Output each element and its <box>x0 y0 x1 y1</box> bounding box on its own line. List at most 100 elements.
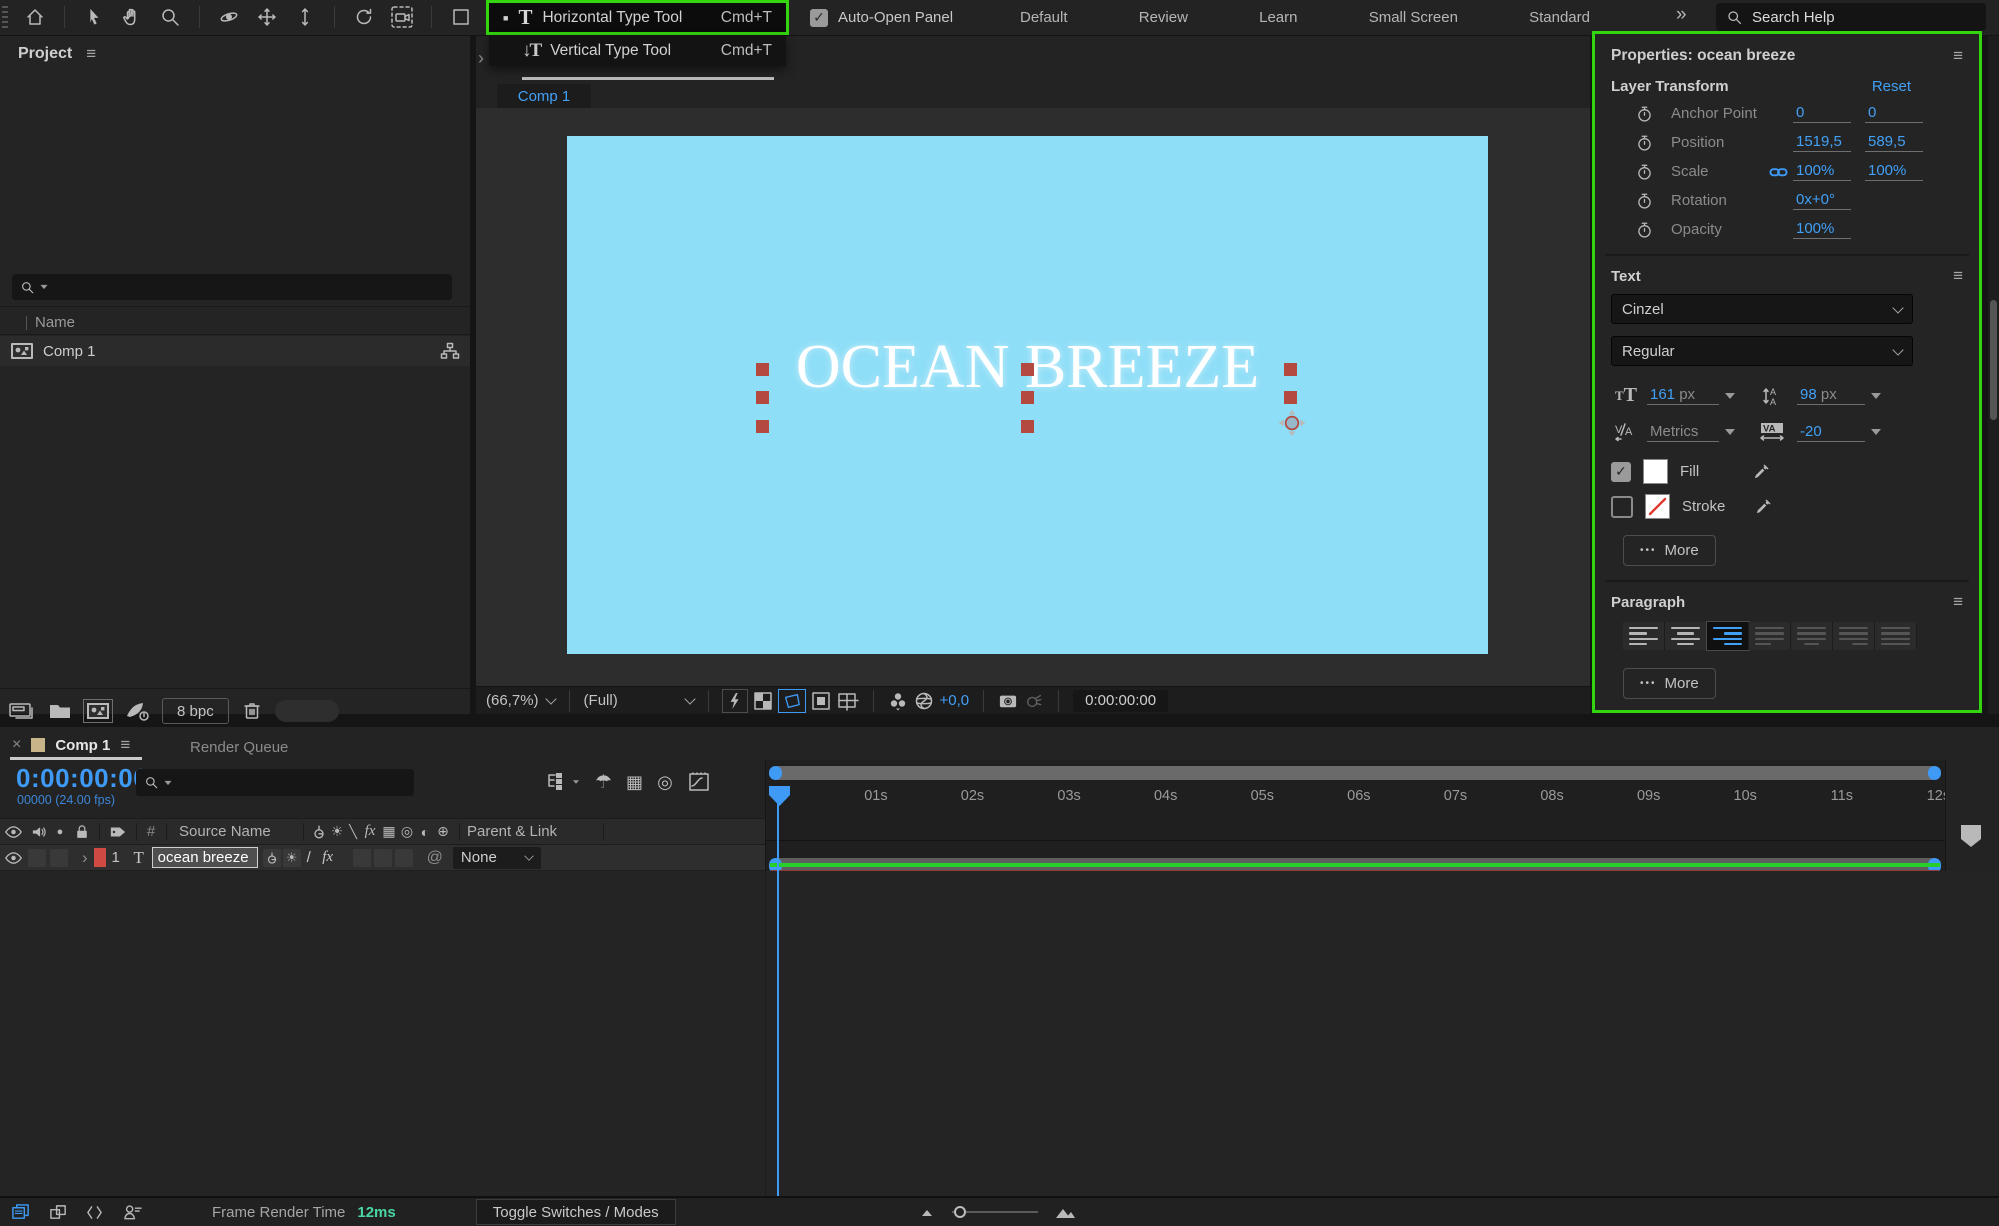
toggle-switches-modes-button[interactable]: Toggle Switches / Modes <box>475 1199 676 1225</box>
selection-handle[interactable] <box>1021 363 1034 376</box>
empty-switch-cell[interactable] <box>394 848 413 867</box>
trash-icon[interactable] <box>241 700 263 722</box>
close-tab-icon[interactable]: × <box>12 736 21 754</box>
workspace-tab[interactable]: Small Screen <box>1369 9 1458 26</box>
justify-last-left-button[interactable] <box>1749 622 1791 650</box>
channel-select-icon[interactable] <box>888 691 908 711</box>
layer-collapse-toggle[interactable]: ☀ <box>282 848 301 867</box>
anchor-y-value[interactable]: 0 <box>1865 104 1923 123</box>
align-center-button[interactable] <box>1665 622 1707 650</box>
zoom-level-select[interactable]: (66,7%) <box>486 692 557 709</box>
selection-handle[interactable] <box>1021 420 1034 433</box>
frame-blending-icon[interactable]: ▦ <box>626 772 643 793</box>
stroke-enabled-checkbox[interactable] <box>1611 495 1633 518</box>
audio-toggle-cell[interactable] <box>28 848 46 867</box>
workspace-overflow-icon[interactable]: » <box>1676 4 1686 26</box>
region-of-interest-icon[interactable] <box>811 691 831 711</box>
selection-handle[interactable] <box>756 363 769 376</box>
layer-switches-pane-icon[interactable] <box>0 1203 40 1222</box>
font-size-caret[interactable] <box>1725 392 1735 399</box>
timeline-tracks-area[interactable] <box>0 871 1999 1196</box>
workspace-tab[interactable]: Review <box>1139 9 1188 26</box>
layer-name-field[interactable]: ocean breeze <box>151 847 258 868</box>
composition-canvas[interactable]: OCEAN BREEZE <box>567 136 1488 654</box>
selection-handle[interactable] <box>756 420 769 433</box>
anchor-point-icon[interactable] <box>1277 408 1307 438</box>
fast-previews-icon[interactable] <box>721 688 748 713</box>
viewer-tab-comp1[interactable]: Comp 1 <box>497 84 591 108</box>
zoom-in-mountain-icon[interactable] <box>1054 1204 1076 1220</box>
search-options-caret[interactable] <box>40 284 48 290</box>
layer-expander[interactable]: › <box>82 848 88 868</box>
panel-overflow-icon[interactable]: › <box>478 48 484 69</box>
transform-reset-button[interactable]: Reset <box>1872 78 1911 95</box>
layer-fx-toggle[interactable]: fx <box>317 849 339 866</box>
position-y-value[interactable]: 589,5 <box>1865 133 1923 152</box>
viewer-timecode[interactable]: 0:00:00:00 <box>1073 689 1169 712</box>
motion-blur-icon[interactable]: ◎ <box>657 772 673 793</box>
justify-all-button[interactable] <box>1875 622 1917 650</box>
exposure-value[interactable]: +0,0 <box>940 692 970 709</box>
leading-caret[interactable] <box>1871 392 1881 399</box>
stopwatch-icon[interactable] <box>1631 104 1657 124</box>
home-icon[interactable] <box>18 2 52 32</box>
empty-switch-cell[interactable] <box>373 848 392 867</box>
rectangle-tool-icon[interactable] <box>444 2 478 32</box>
interpret-footage-icon[interactable] <box>8 700 36 722</box>
stroke-color-swatch[interactable] <box>1645 494 1670 519</box>
fill-color-swatch[interactable] <box>1643 459 1668 484</box>
stopwatch-icon[interactable] <box>1631 133 1657 153</box>
comp-marker-bin-icon[interactable] <box>1958 822 1984 850</box>
text-more-button[interactable]: ••• More <box>1623 535 1716 566</box>
time-ruler[interactable]: 0s01s02s03s04s05s06s07s08s09s10s11s12s <box>731 786 1999 806</box>
snapshot-icon[interactable] <box>998 692 1018 710</box>
scale-x-value[interactable]: 100% <box>1793 162 1851 181</box>
transparency-grid-icon[interactable] <box>753 691 773 711</box>
stroke-eyedropper-icon[interactable] <box>1754 497 1773 516</box>
kerning-caret[interactable] <box>1725 429 1735 435</box>
exposure-icon[interactable] <box>914 691 934 711</box>
search-options-caret[interactable] <box>164 780 172 785</box>
current-timecode[interactable]: 0:00:00:00 <box>16 763 148 794</box>
section-menu-icon[interactable]: ≡ <box>1953 592 1963 612</box>
layer-visibility-eye-icon[interactable] <box>0 851 26 865</box>
project-item-comp1[interactable]: Comp 1 <box>0 336 470 366</box>
parent-link-select[interactable]: None <box>452 846 541 869</box>
layer-shy-toggle[interactable] <box>262 848 281 867</box>
playhead-line[interactable] <box>777 786 779 1196</box>
show-snapshot-icon[interactable] <box>1024 692 1044 710</box>
menu-item-vertical-type[interactable]: ↓T Vertical Type Tool Cmd+T <box>489 35 786 66</box>
stopwatch-icon[interactable] <box>1631 162 1657 182</box>
new-folder-icon[interactable] <box>48 701 72 721</box>
layer-quality-toggle[interactable]: / <box>301 849 317 866</box>
selection-handle[interactable] <box>1284 363 1297 376</box>
timeline-horizontal-scrollbar[interactable] <box>769 766 1941 780</box>
unified-camera-tool-icon[interactable] <box>385 2 419 32</box>
window-scrollbar-track[interactable] <box>1988 36 1999 714</box>
timeline-tab-comp1[interactable]: Comp 1 <box>55 737 110 754</box>
transfer-controls-pane-icon[interactable] <box>40 1203 76 1222</box>
new-composition-icon[interactable] <box>83 699 113 723</box>
window-scrollbar-thumb[interactable] <box>1990 300 1997 420</box>
mask-visibility-icon[interactable] <box>777 688 806 713</box>
parent-link-column-header[interactable]: Parent & Link <box>467 823 557 840</box>
kerning-value[interactable]: Metrics <box>1647 423 1719 442</box>
panel-menu-icon[interactable]: ≡ <box>86 44 96 64</box>
composition-mini-flowchart-icon[interactable] <box>546 772 581 792</box>
selection-tool-icon[interactable] <box>77 2 111 32</box>
justify-last-right-button[interactable] <box>1833 622 1875 650</box>
leading-value[interactable]: 98 px <box>1797 386 1865 405</box>
font-style-select[interactable]: Regular <box>1611 336 1913 366</box>
align-left-button[interactable] <box>1623 622 1665 650</box>
solo-toggle-cell[interactable] <box>50 848 68 867</box>
zoom-out-mountain-icon[interactable] <box>920 1206 934 1218</box>
selection-handle[interactable] <box>756 391 769 404</box>
gpu-acceleration-icon[interactable] <box>124 700 150 722</box>
selection-handle[interactable] <box>1021 391 1034 404</box>
selection-handle[interactable] <box>1284 391 1297 404</box>
source-name-column-header[interactable]: Source Name <box>173 823 297 840</box>
justify-last-center-button[interactable] <box>1791 622 1833 650</box>
layer-row[interactable]: › 1 T ocean breeze ☀ / fx @ None <box>0 845 765 871</box>
panel-menu-icon[interactable]: ≡ <box>120 735 130 755</box>
timeline-zoom-slider[interactable] <box>951 1202 1038 1222</box>
